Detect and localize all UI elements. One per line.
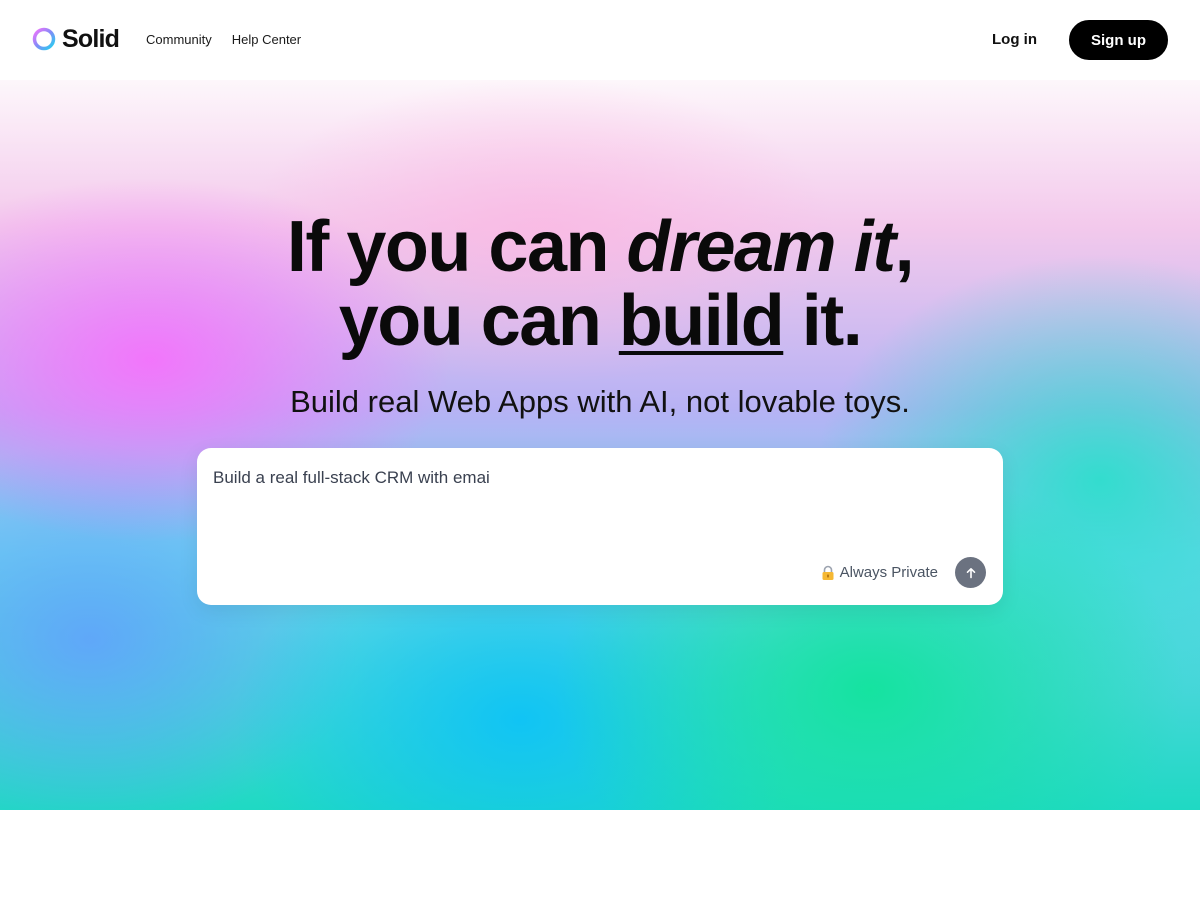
headline-text: you can <box>338 281 619 361</box>
prompt-card: Build a real full-stack CRM with emai Al… <box>197 448 1003 605</box>
headline-text: , <box>894 207 915 287</box>
headline-underline: build <box>618 281 785 361</box>
top-navbar: Solid Community Help Center Log in Sign … <box>0 0 1200 80</box>
headline-text: If you can <box>286 207 627 287</box>
headline-emphasis: dream it <box>626 207 896 287</box>
prompt-input[interactable]: Build a real full-stack CRM with emai <box>213 466 983 536</box>
signup-button[interactable]: Sign up <box>1069 20 1168 60</box>
login-link[interactable]: Log in <box>992 29 1037 51</box>
hero-section: If you can dream it, you can build it. B… <box>0 80 1200 810</box>
arrow-up-icon <box>966 567 975 578</box>
nav-link-community[interactable]: Community <box>146 31 212 49</box>
submit-prompt-button[interactable] <box>955 557 986 588</box>
brand-name: Solid <box>62 25 120 53</box>
hero-subheadline: Build real Web Apps with AI, not lovable… <box>290 384 910 419</box>
solid-ring-logo-icon <box>32 27 56 51</box>
brand-logo-link[interactable]: Solid <box>32 24 120 54</box>
hero-headline: If you can dream it, you can build it. <box>0 210 1200 358</box>
privacy-indicator: Always Private <box>821 563 938 583</box>
main-nav: Community Help Center <box>146 31 301 49</box>
privacy-label: Always Private <box>839 564 938 581</box>
headline-text: it. <box>783 281 863 361</box>
lock-icon <box>822 565 834 580</box>
nav-link-help-center[interactable]: Help Center <box>232 31 301 49</box>
